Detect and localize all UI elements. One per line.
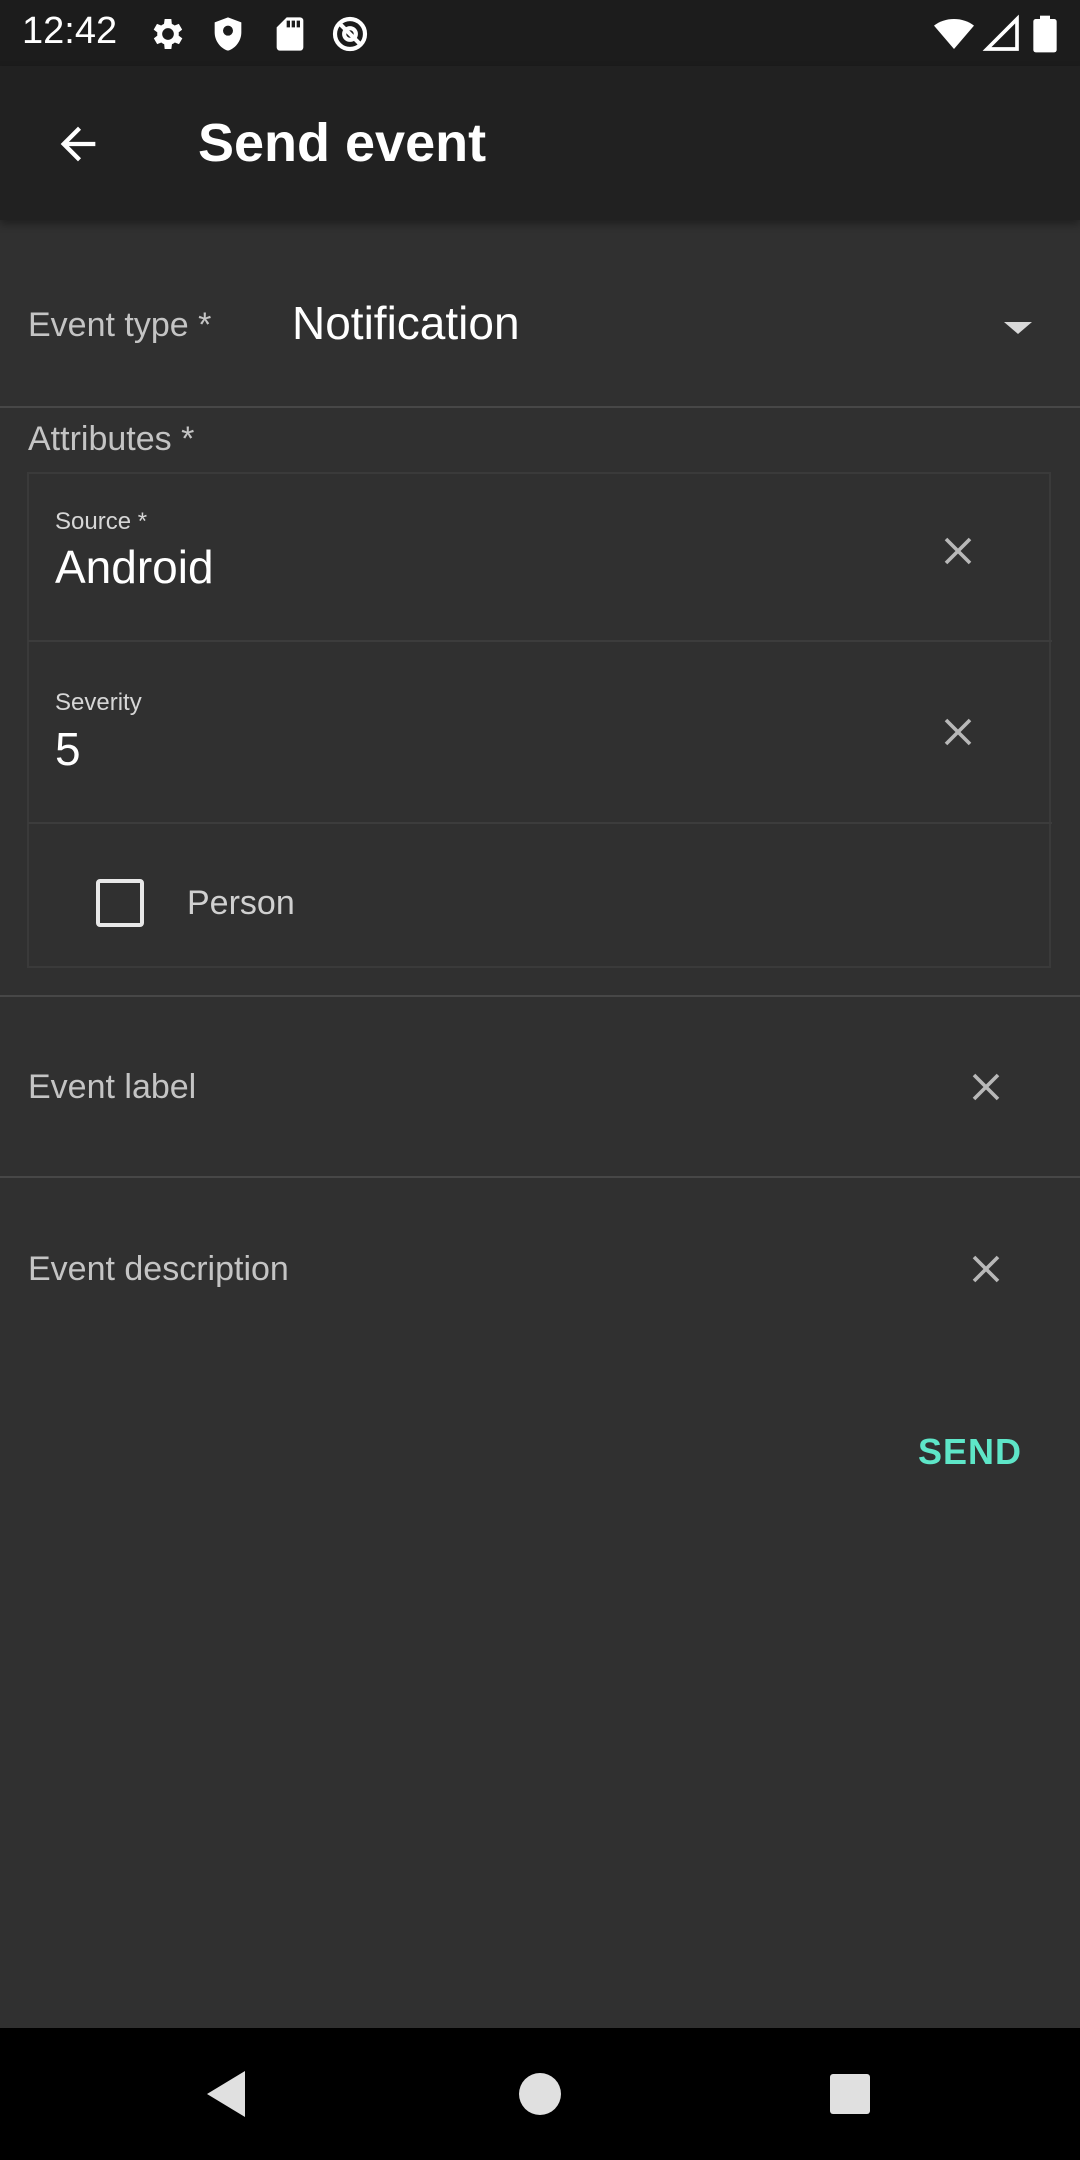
- status-bar: 12:42: [0, 0, 1080, 66]
- signal-icon: [982, 14, 1019, 51]
- page-title: Send event: [198, 113, 487, 173]
- wifi-icon: [934, 19, 974, 49]
- attributes-label: Attributes *: [28, 420, 195, 458]
- severity-caption: Severity: [55, 689, 142, 716]
- back-triangle-icon: [207, 2071, 245, 2117]
- severity-value[interactable]: 5: [55, 722, 81, 776]
- sd-card-icon: [276, 17, 304, 51]
- send-button[interactable]: SEND: [900, 1420, 1040, 1484]
- event-description-label: Event description: [28, 1250, 289, 1288]
- event-label-clear-button[interactable]: [956, 1057, 1016, 1117]
- event-label-label: Event label: [28, 1068, 197, 1106]
- arrow-back-icon: [60, 126, 96, 162]
- event-type-value[interactable]: Notification: [292, 296, 520, 350]
- home-circle-icon: [519, 2073, 561, 2115]
- nav-back-button[interactable]: [186, 2054, 266, 2134]
- person-label[interactable]: Person: [187, 884, 295, 923]
- source-value[interactable]: Android: [55, 540, 214, 594]
- battery-icon: [1033, 15, 1057, 53]
- nav-recents-button[interactable]: [810, 2054, 890, 2134]
- back-button[interactable]: [40, 106, 116, 182]
- close-icon: [972, 1255, 1000, 1283]
- app-bar: Send event: [0, 66, 1080, 220]
- navigation-bar: [0, 2028, 1080, 2160]
- recents-square-icon: [830, 2074, 870, 2114]
- event-type-label: Event type *: [28, 306, 212, 344]
- gear-icon: [153, 19, 183, 49]
- close-icon: [972, 1073, 1000, 1101]
- nav-home-button[interactable]: [500, 2054, 580, 2134]
- close-icon: [944, 718, 972, 746]
- divider: [28, 822, 1052, 824]
- source-caption: Source *: [55, 508, 148, 535]
- event-description-clear-button[interactable]: [956, 1239, 1016, 1299]
- dropdown-arrow-icon[interactable]: [1002, 318, 1034, 338]
- source-clear-button[interactable]: [928, 521, 988, 581]
- shield-icon: [214, 17, 242, 51]
- severity-clear-button[interactable]: [928, 702, 988, 762]
- at-sign-icon: [332, 16, 368, 52]
- severity-field[interactable]: [28, 642, 928, 822]
- person-checkbox[interactable]: [96, 879, 144, 927]
- divider: [0, 406, 1080, 408]
- close-icon: [944, 537, 972, 565]
- status-time: 12:42: [22, 10, 118, 52]
